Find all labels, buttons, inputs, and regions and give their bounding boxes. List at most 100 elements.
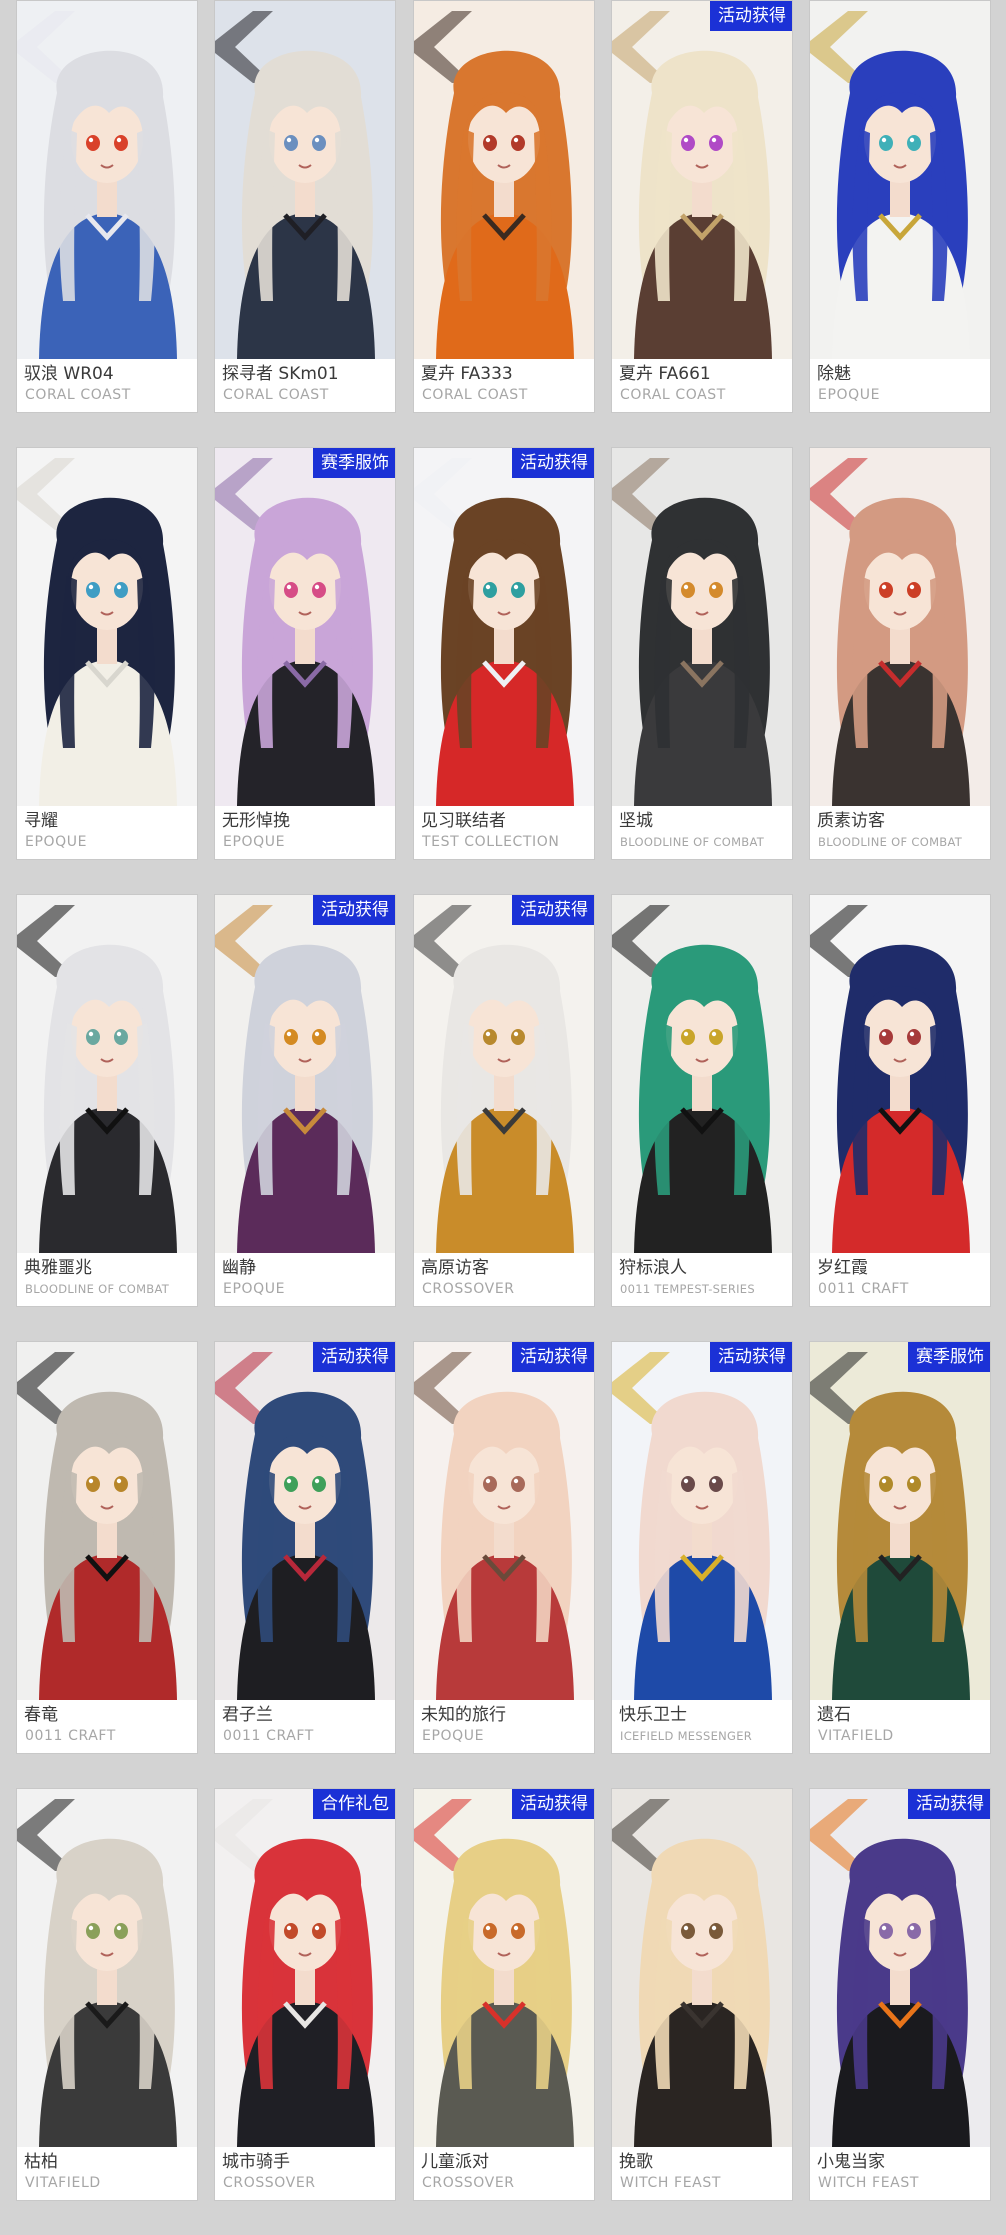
skin-card[interactable]: 活动获得小鬼当家 WITCH FEAST (809, 1788, 991, 2201)
skin-brand: BLOODLINE OF COMBAT (620, 835, 765, 849)
skin-brand: TEST COLLECTION (422, 834, 560, 850)
skin-brand: EPOQUE (422, 1728, 485, 1744)
skin-name: 探寻者 SKm01 (222, 364, 339, 384)
skin-brand: BLOODLINE OF COMBAT (818, 835, 963, 849)
skin-art-frame (215, 1, 395, 359)
skin-name: 儿童派对 (421, 2152, 489, 2172)
skin-brand: CORAL COAST (223, 387, 329, 403)
skin-artwork (215, 1, 395, 359)
skin-card[interactable]: 活动获得 幽静 EPOQUE (214, 894, 396, 1307)
skin-name: 狩标浪人 (619, 1258, 687, 1278)
skin-card[interactable]: 枯柏 VITAFIELD (16, 1788, 198, 2201)
skin-art-frame (414, 1, 594, 359)
skin-artwork (215, 1342, 395, 1700)
skin-card[interactable]: 活动获得 快乐卫士 ICEFIELD MESSENGER (611, 1341, 793, 1754)
acquisition-badge: 活动获得 (710, 1, 792, 31)
skin-card[interactable]: 夏卉 FA333 CORAL COAST (413, 0, 595, 413)
skin-art-frame (414, 448, 594, 806)
skin-brand: EPOQUE (818, 387, 881, 403)
skin-artwork (810, 448, 990, 806)
skin-name: 见习联结者 (421, 811, 506, 831)
skin-brand: ICEFIELD MESSENGER (620, 1729, 753, 1743)
skin-card[interactable]: 春竜 0011 CRAFT (16, 1341, 198, 1754)
acquisition-badge: 活动获得 (512, 895, 594, 925)
skin-card[interactable]: 挽歌 WITCH FEAST (611, 1788, 793, 2201)
skin-artwork (810, 1342, 990, 1700)
skin-card[interactable]: 狩标浪人 0011 TEMPEST-SERIES (611, 894, 793, 1307)
skin-card[interactable]: 活动获得 未知的旅行 EPOQUE (413, 1341, 595, 1754)
skin-card[interactable]: 典雅噩兆 BLOODLINE OF COMBAT (16, 894, 198, 1307)
acquisition-badge: 活动获得 (908, 1789, 990, 1819)
skin-grid: 驭浪 WR04 CORAL COAST 探寻者 SKm01 CORAL COAST 夏卉… (0, 0, 1006, 2235)
skin-card[interactable]: 寻耀 EPOQUE (16, 447, 198, 860)
skin-brand: 0011 CRAFT (818, 1281, 909, 1297)
skin-name: 岁红霞 (817, 1258, 868, 1278)
acquisition-badge: 活动获得 (512, 448, 594, 478)
skin-card[interactable]: 除魅 EPOQUE (809, 0, 991, 413)
skin-artwork (810, 895, 990, 1253)
skin-name: 典雅噩兆 (24, 1258, 92, 1278)
skin-card[interactable]: 赛季服饰 无形悼挽 EPOQUE (214, 447, 396, 860)
skin-card[interactable]: 驭浪 WR04 CORAL COAST (16, 0, 198, 413)
skin-art-frame (810, 1789, 990, 2147)
skin-artwork (612, 1789, 792, 2147)
skin-art-frame (810, 1, 990, 359)
skin-artwork (17, 895, 197, 1253)
skin-artwork (414, 1342, 594, 1700)
skin-artwork (414, 895, 594, 1253)
acquisition-badge: 赛季服饰 (908, 1342, 990, 1372)
skin-name: 高原访客 (421, 1258, 489, 1278)
skin-brand: CORAL COAST (620, 387, 726, 403)
skin-brand: EPOQUE (25, 834, 88, 850)
skin-name: 夏卉 FA661 (619, 364, 711, 384)
skin-art-frame (810, 895, 990, 1253)
skin-artwork (17, 1789, 197, 2147)
skin-art-frame (612, 448, 792, 806)
skin-name: 春竜 (24, 1705, 58, 1725)
skin-card[interactable]: 赛季服饰遗石 VITAFIELD (809, 1341, 991, 1754)
skin-artwork (414, 1, 594, 359)
skin-artwork (215, 1789, 395, 2147)
skin-brand: 0011 TEMPEST-SERIES (620, 1282, 755, 1296)
skin-art-frame (810, 448, 990, 806)
skin-art-frame (17, 448, 197, 806)
skin-brand: CROSSOVER (422, 1281, 515, 1297)
skin-brand: WITCH FEAST (620, 2175, 721, 2191)
skin-card[interactable]: 活动获得夏卉 FA661 CORAL COAST (611, 0, 793, 413)
skin-art-frame (612, 1, 792, 359)
skin-art-frame (612, 895, 792, 1253)
skin-art-frame (215, 448, 395, 806)
acquisition-badge: 活动获得 (313, 895, 395, 925)
skin-card[interactable]: 活动获得 儿童派对 CROSSOVER (413, 1788, 595, 2201)
skin-brand: BLOODLINE OF COMBAT (25, 1282, 170, 1296)
skin-brand: WITCH FEAST (818, 2175, 919, 2191)
acquisition-badge: 合作礼包 (313, 1789, 395, 1819)
skin-brand: 0011 CRAFT (223, 1728, 314, 1744)
skin-artwork (612, 1342, 792, 1700)
skin-card[interactable]: 活动获得 君子兰 0011 CRAFT (214, 1341, 396, 1754)
skin-artwork (810, 1789, 990, 2147)
skin-brand: VITAFIELD (818, 1728, 894, 1744)
skin-card[interactable]: 活动获得见习联结者 TEST COLLECTION (413, 447, 595, 860)
skin-card[interactable]: 质素访客 BLOODLINE OF COMBAT (809, 447, 991, 860)
skin-art-frame (414, 1342, 594, 1700)
skin-name: 驭浪 WR04 (24, 364, 114, 384)
skin-card[interactable]: 岁红霞 0011 CRAFT (809, 894, 991, 1307)
skin-name: 夏卉 FA333 (421, 364, 513, 384)
skin-name: 除魅 (817, 364, 851, 384)
skin-name: 快乐卫士 (619, 1705, 687, 1725)
skin-card[interactable]: 合作礼包 城市骑手 CROSSOVER (214, 1788, 396, 2201)
skin-name: 枯柏 (24, 2152, 58, 2172)
skin-name: 小鬼当家 (817, 2152, 885, 2172)
skin-card[interactable]: 坚城 BLOODLINE OF COMBAT (611, 447, 793, 860)
skin-artwork (17, 1, 197, 359)
skin-art-frame (17, 895, 197, 1253)
skin-brand: CROSSOVER (422, 2175, 515, 2191)
skin-card[interactable]: 活动获得高原访客 CROSSOVER (413, 894, 595, 1307)
skin-card[interactable]: 探寻者 SKm01 CORAL COAST (214, 0, 396, 413)
skin-brand: CORAL COAST (25, 387, 131, 403)
skin-art-frame (414, 1789, 594, 2147)
skin-name: 坚城 (619, 811, 653, 831)
skin-name: 遗石 (817, 1705, 851, 1725)
skin-name: 挽歌 (619, 2152, 653, 2172)
